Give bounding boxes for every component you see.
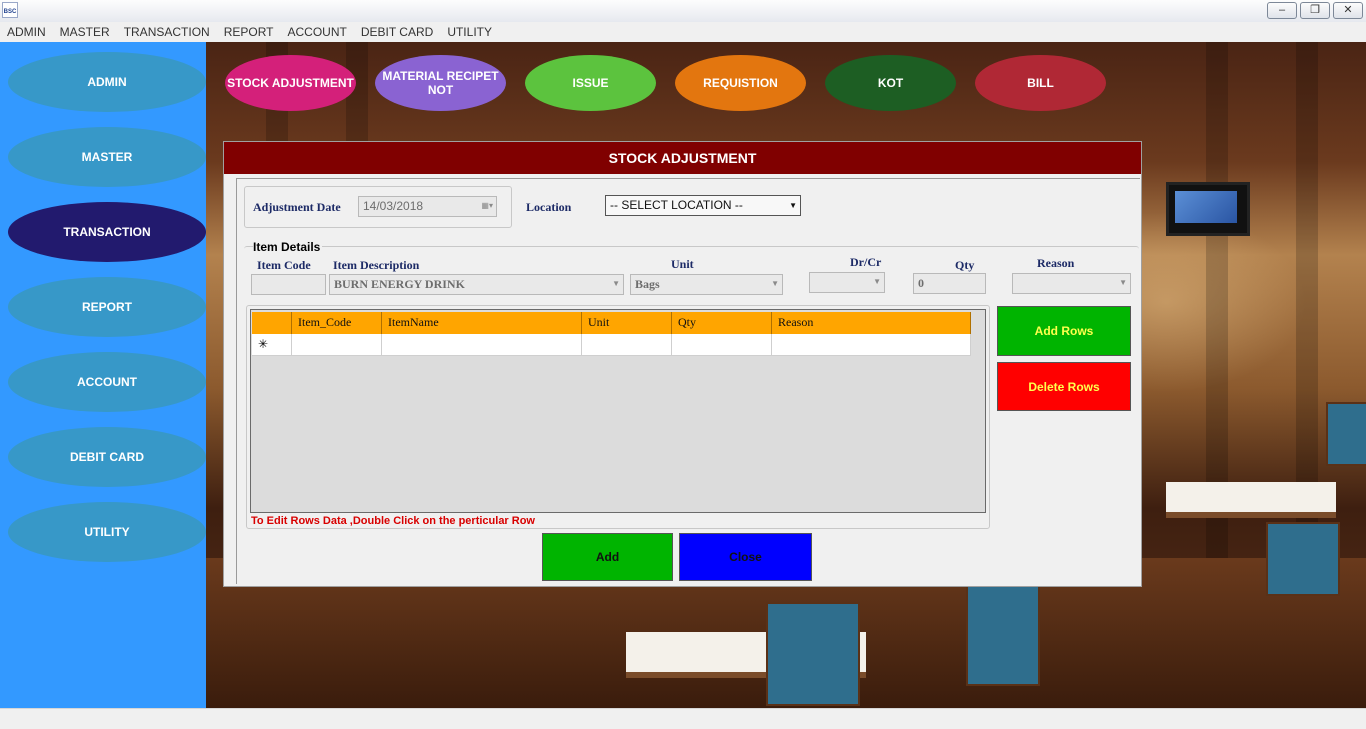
item-description-select[interactable]: BURN ENERGY DRINK ▼ [329, 274, 624, 295]
material-recipet-not-button[interactable]: MATERIAL RECIPET NOT [375, 55, 506, 111]
drcr-label: Dr/Cr [850, 255, 882, 269]
location-value: -- SELECT LOCATION -- [610, 198, 743, 212]
close-button[interactable]: Close [679, 533, 812, 581]
grid-edit-hint: To Edit Rows Data ,Double Click on the p… [251, 515, 535, 527]
item-code-label: Item Code [257, 258, 311, 272]
qty-label: Qty [955, 258, 975, 272]
side-navigation: ADMIN MASTER TRANSACTION REPORT ACCOUNT … [0, 42, 206, 708]
delete-rows-button[interactable]: Delete Rows [997, 362, 1131, 411]
reason-select[interactable]: ▼ [1012, 273, 1131, 294]
grid-cell[interactable] [672, 334, 772, 356]
menu-report[interactable]: REPORT [217, 25, 281, 39]
item-description-label: Item Description [333, 258, 420, 272]
grid-col-reason[interactable]: Reason [772, 312, 971, 334]
menu-utility[interactable]: UTILITY [440, 25, 499, 39]
reason-label: Reason [1037, 256, 1075, 270]
grid-cell[interactable] [772, 334, 971, 356]
close-window-button[interactable]: ✕ [1333, 2, 1363, 19]
unit-select[interactable]: Bags ▼ [630, 274, 783, 295]
new-row-marker-icon: ✳ [252, 334, 292, 356]
grid-col-item-code[interactable]: Item_Code [292, 312, 382, 334]
requistion-button[interactable]: REQUISTION [675, 55, 806, 111]
nav-admin-button[interactable]: ADMIN [8, 52, 206, 112]
items-grid[interactable]: Item_Code ItemName Unit Qty Reason ✳ [250, 309, 986, 513]
grid-cell[interactable] [382, 334, 582, 356]
adjustment-date-picker[interactable]: 14/03/2018 ▦▾ [358, 196, 497, 217]
unit-label: Unit [671, 257, 694, 271]
issue-button[interactable]: ISSUE [525, 55, 656, 111]
menu-transaction[interactable]: TRANSACTION [117, 25, 217, 39]
location-label: Location [526, 200, 572, 214]
adjustment-date-label: Adjustment Date [253, 200, 341, 214]
chevron-down-icon: ▼ [1119, 278, 1127, 287]
adjustment-date-value: 14/03/2018 [363, 199, 424, 213]
menu-debit-card[interactable]: DEBIT CARD [354, 25, 440, 39]
grid-cell[interactable] [582, 334, 672, 356]
menu-admin[interactable]: ADMIN [0, 25, 53, 39]
stock-adjustment-button[interactable]: STOCK ADJUSTMENT [225, 55, 356, 111]
chevron-down-icon: ▼ [612, 279, 620, 288]
app-icon: BSC [2, 2, 18, 18]
nav-report-button[interactable]: REPORT [8, 277, 206, 337]
grid-col-unit[interactable]: Unit [582, 312, 672, 334]
add-button[interactable]: Add [542, 533, 673, 581]
menu-account[interactable]: ACCOUNT [281, 25, 354, 39]
nav-utility-button[interactable]: UTILITY [8, 502, 206, 562]
add-rows-button[interactable]: Add Rows [997, 306, 1131, 356]
nav-master-button[interactable]: MASTER [8, 127, 206, 187]
nav-transaction-button[interactable]: TRANSACTION [8, 202, 206, 262]
grid-col-qty[interactable]: Qty [672, 312, 772, 334]
chevron-down-icon: ▼ [873, 277, 881, 286]
drcr-select[interactable]: ▼ [809, 272, 885, 293]
nav-debit-card-button[interactable]: DEBIT CARD [8, 427, 206, 487]
tv-screen-image [1166, 182, 1250, 236]
grid-row-header-corner [252, 312, 292, 334]
item-code-input[interactable] [251, 274, 326, 295]
menu-bar: ADMIN MASTER TRANSACTION REPORT ACCOUNT … [0, 22, 1366, 42]
grid-col-item-name[interactable]: ItemName [382, 312, 582, 334]
nav-account-button[interactable]: ACCOUNT [8, 352, 206, 412]
bill-button[interactable]: BILL [975, 55, 1106, 111]
status-bar [0, 708, 1366, 729]
chevron-down-icon: ▼ [771, 279, 779, 288]
calendar-dropdown-icon: ▦▾ [481, 201, 493, 210]
table-row[interactable]: ✳ [252, 334, 971, 356]
item-description-value: BURN ENERGY DRINK [334, 277, 465, 291]
menu-master[interactable]: MASTER [53, 25, 117, 39]
window-titlebar: BSC – ❐ ✕ [0, 0, 1366, 22]
form-title: STOCK ADJUSTMENT [224, 142, 1141, 174]
restore-button[interactable]: ❐ [1300, 2, 1330, 19]
grid-header-row: Item_Code ItemName Unit Qty Reason [252, 312, 971, 334]
qty-input[interactable]: 0 [913, 273, 986, 294]
item-details-heading: Item Details [253, 240, 323, 254]
chevron-down-icon: ▼ [789, 201, 797, 210]
location-select[interactable]: -- SELECT LOCATION -- ▼ [605, 195, 801, 216]
unit-value: Bags [635, 277, 660, 291]
kot-button[interactable]: KOT [825, 55, 956, 111]
minimize-button[interactable]: – [1267, 2, 1297, 19]
grid-cell[interactable] [292, 334, 382, 356]
